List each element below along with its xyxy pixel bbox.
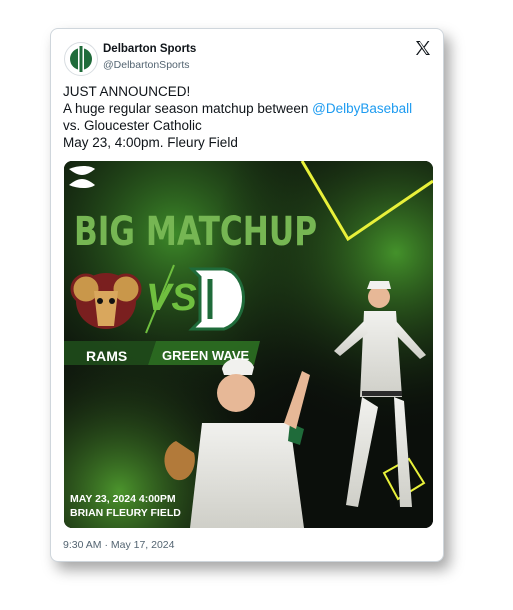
post-line-1: JUST ANNOUNCED! bbox=[63, 84, 191, 99]
team-left-label: RAMS bbox=[86, 348, 128, 364]
author-handle[interactable]: @DelbartonSports bbox=[103, 59, 190, 71]
gothic-d-logo-icon bbox=[188, 267, 245, 331]
post-line-4: May 23, 4:00pm. Fleury Field bbox=[63, 135, 238, 150]
post-text: JUST ANNOUNCED! A huge regular season ma… bbox=[63, 83, 435, 151]
team-right-label: GREEN WAVE bbox=[162, 348, 250, 363]
author-name[interactable]: Delbarton Sports bbox=[103, 43, 196, 55]
post-line-2-text: A huge regular season matchup between bbox=[63, 101, 313, 116]
post-timestamp[interactable]: 9:30 AM · May 17, 2024 bbox=[63, 539, 174, 551]
post-line-3: vs. Gloucester Catholic bbox=[63, 118, 202, 133]
x-logo-icon[interactable] bbox=[415, 40, 431, 56]
mention-link[interactable]: @DelbyBaseball bbox=[312, 101, 412, 116]
graphic-date-time: MAY 23, 2024 4:00PM bbox=[70, 493, 176, 505]
post-line-2: A huge regular season matchup between @D… bbox=[63, 100, 435, 117]
graphic-venue: BRIAN FLEURY FIELD bbox=[70, 507, 181, 519]
post-card[interactable]: Delbarton Sports @DelbartonSports JUST A… bbox=[50, 28, 444, 562]
graphic-versus: VS bbox=[146, 277, 197, 319]
delbarton-logo-icon bbox=[70, 46, 92, 72]
matchup-graphic[interactable]: BIG MATCHUP VS RAMS GREEN WAVE MAY 23, 2… bbox=[64, 161, 433, 528]
author-avatar[interactable] bbox=[64, 42, 98, 76]
graphic-headline: BIG MATCHUP bbox=[74, 209, 318, 255]
